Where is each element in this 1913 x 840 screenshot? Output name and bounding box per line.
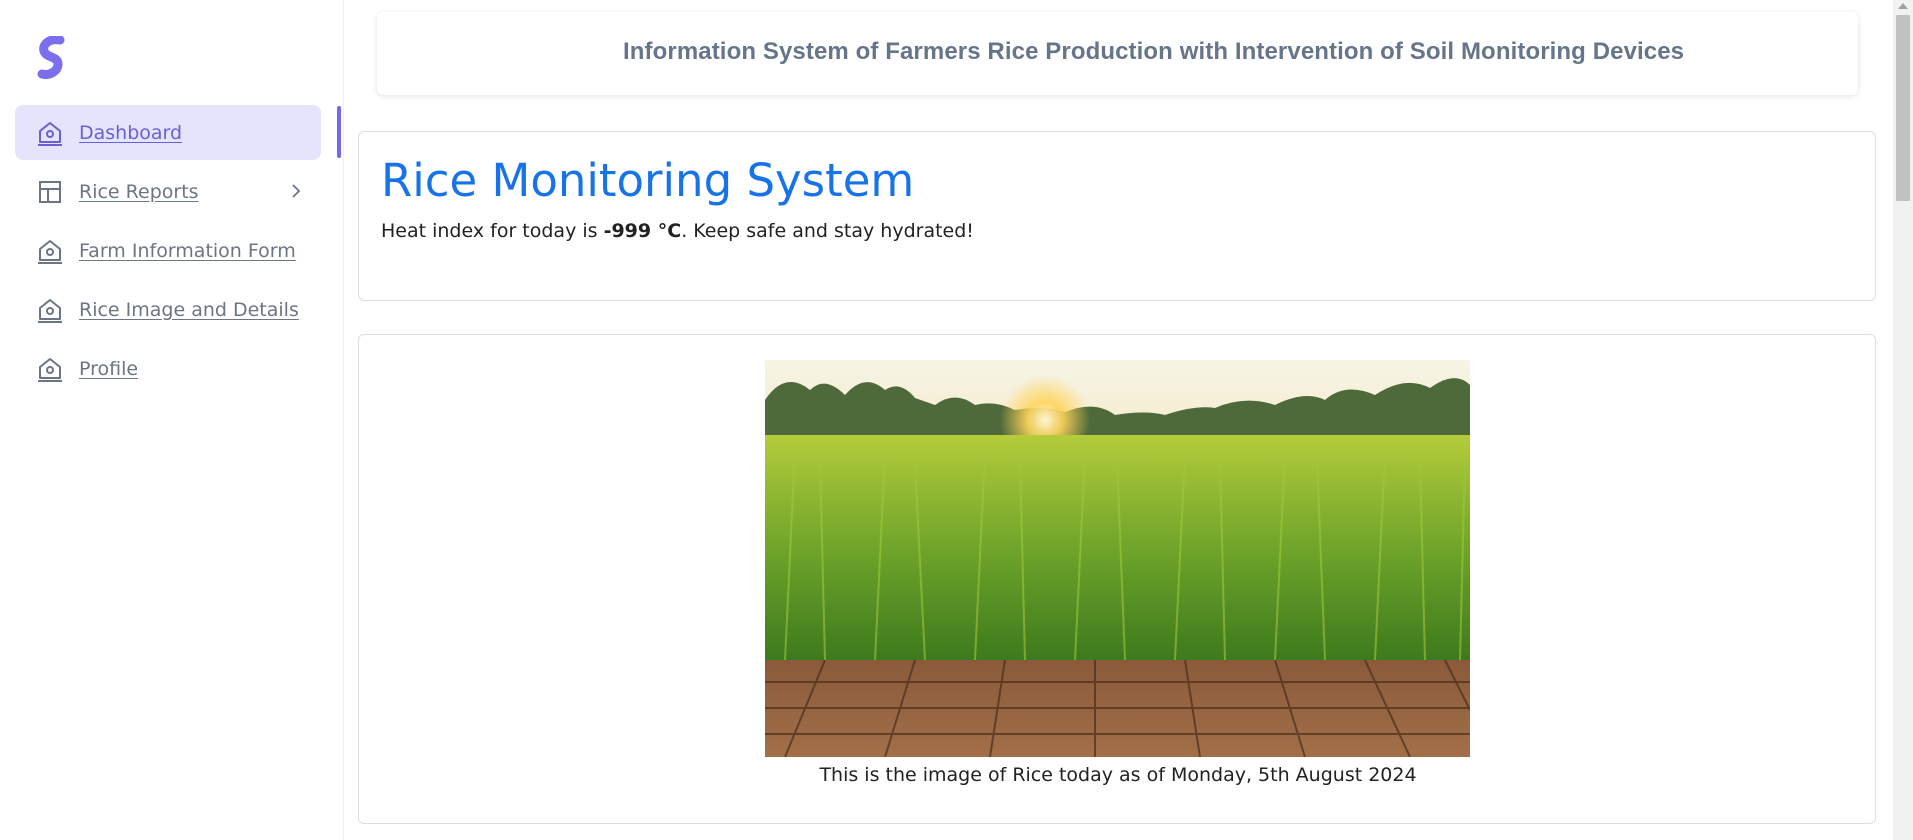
sidebar-item-label: Rice Image and Details	[79, 298, 299, 321]
heat-index-value: -999 °C	[603, 220, 682, 242]
heat-index-prefix: Heat index for today is	[381, 220, 604, 242]
scroll-up-arrow-icon[interactable]	[1898, 3, 1908, 9]
sidebar-item-farm-information-form[interactable]: Farm Information Form	[15, 223, 321, 278]
brand-logo-icon[interactable]	[36, 35, 68, 80]
sidebar-item-dashboard[interactable]: Dashboard	[15, 105, 321, 160]
home-icon	[36, 355, 64, 383]
heat-index-message: Heat index for today is -999 °C. Keep sa…	[381, 220, 974, 242]
header-title: Information System of Farmers Rice Produ…	[623, 38, 1685, 65]
sidebar-item-label: Dashboard	[79, 121, 183, 144]
hero-card: Rice Monitoring System Heat index for to…	[358, 131, 1876, 301]
active-nav-indicator	[337, 106, 341, 158]
sidebar-item-rice-image-and-details[interactable]: Rice Image and Details	[15, 282, 321, 337]
page-scrollbar[interactable]	[1893, 0, 1913, 840]
chevron-right-icon[interactable]	[289, 182, 303, 200]
sidebar-item-profile[interactable]: Profile	[15, 341, 321, 396]
sidebar-nav: Dashboard Rice Reports Farm Information …	[15, 105, 321, 400]
heat-index-suffix: . Keep safe and stay hydrated!	[681, 220, 974, 242]
sidebar-item-label: Profile	[79, 357, 139, 380]
rice-field-photo	[765, 360, 1470, 757]
home-icon	[36, 296, 64, 324]
sidebar-item-label: Farm Information Form	[79, 239, 296, 262]
top-header: Information System of Farmers Rice Produ…	[377, 12, 1858, 95]
home-icon	[36, 119, 64, 147]
rice-image-caption: This is the image of Rice today as of Mo…	[819, 764, 1417, 786]
scrollbar-thumb[interactable]	[1896, 15, 1910, 201]
home-icon	[36, 237, 64, 265]
sidebar-item-rice-reports[interactable]: Rice Reports	[15, 164, 321, 219]
sidebar-item-label: Rice Reports	[79, 180, 199, 203]
sidebar: Dashboard Rice Reports Farm Information …	[0, 0, 344, 840]
layout-icon	[36, 178, 64, 206]
rice-image-card: This is the image of Rice today as of Mo…	[358, 334, 1876, 824]
page-title: Rice Monitoring System	[381, 154, 915, 207]
